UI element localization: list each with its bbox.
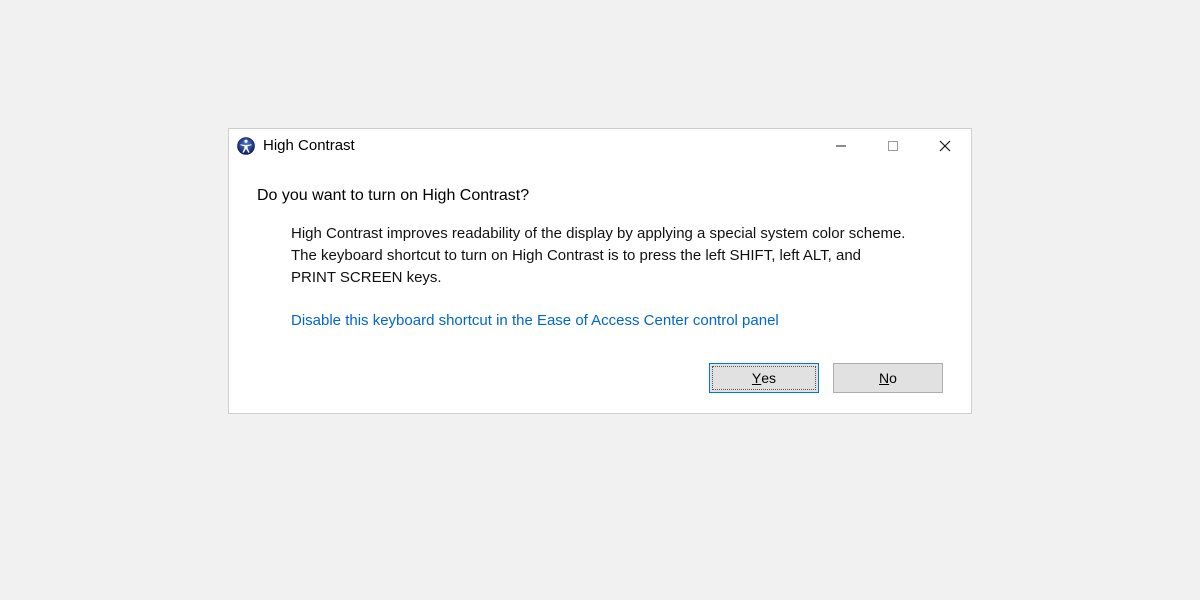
- yes-accel: Y: [752, 370, 761, 386]
- accessibility-icon: [237, 137, 255, 155]
- titlebar: High Contrast: [229, 129, 971, 163]
- body-text: High Contrast improves readability of th…: [291, 223, 909, 288]
- window-controls: [815, 129, 971, 163]
- yes-button[interactable]: Yes: [709, 363, 819, 393]
- no-post: o: [889, 370, 897, 386]
- button-row: Yes No: [229, 329, 971, 413]
- dialog-content: Do you want to turn on High Contrast? Hi…: [229, 163, 971, 329]
- no-button[interactable]: No: [833, 363, 943, 393]
- no-accel: N: [879, 370, 889, 386]
- window-title: High Contrast: [263, 129, 355, 163]
- maximize-button[interactable]: [867, 129, 919, 163]
- close-button[interactable]: [919, 129, 971, 163]
- minimize-button[interactable]: [815, 129, 867, 163]
- disable-shortcut-link[interactable]: Disable this keyboard shortcut in the Ea…: [291, 312, 909, 329]
- yes-post: es: [761, 370, 776, 386]
- high-contrast-dialog: High Contrast Do you want to turn on Hig…: [228, 128, 972, 414]
- main-instruction: Do you want to turn on High Contrast?: [257, 187, 943, 205]
